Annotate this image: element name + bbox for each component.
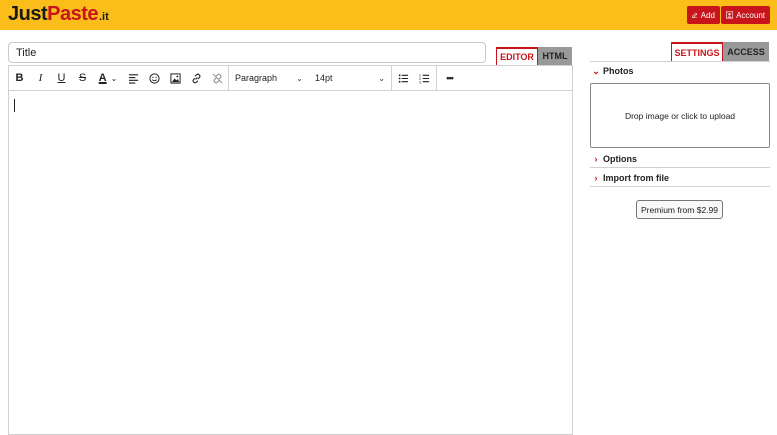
- numbered-list-icon: 123: [419, 73, 430, 84]
- font-color-button[interactable]: A ⌄: [93, 68, 123, 88]
- editor-area[interactable]: B I U S A ⌄ Paragraph ⌄ 14pt ⌄ 1 2 3 •••: [8, 65, 573, 435]
- align-left-icon: [128, 73, 139, 84]
- unlink-button[interactable]: [207, 68, 228, 88]
- block-format-value: Paragraph: [235, 73, 278, 83]
- bullet-list-button[interactable]: [393, 68, 414, 88]
- font-size-select[interactable]: 14pt ⌄: [309, 68, 391, 88]
- image-dropzone[interactable]: Drop image or click to upload: [590, 83, 770, 148]
- chevron-down-icon: ⌄: [110, 73, 118, 83]
- text-cursor: [14, 99, 15, 112]
- bold-button[interactable]: B: [9, 68, 30, 88]
- user-icon: [726, 11, 734, 19]
- options-section-header[interactable]: › Options: [590, 151, 770, 167]
- add-label: Add: [700, 10, 715, 20]
- font-size-value: 14pt: [315, 73, 333, 83]
- tab-editor[interactable]: EDITOR: [496, 47, 538, 65]
- italic-button[interactable]: I: [30, 68, 51, 88]
- image-button[interactable]: [165, 68, 186, 88]
- photos-label: Photos: [603, 66, 634, 76]
- svg-text:3: 3: [419, 80, 421, 84]
- logo-main-text: Just: [8, 3, 48, 25]
- sidebar-top-divider: [590, 61, 770, 62]
- toolbar-more-group: •••: [437, 66, 460, 91]
- edit-icon: [692, 12, 698, 18]
- header-bar: Just Paste .it Add Account: [0, 0, 777, 30]
- toolbar-list-group: 123: [392, 65, 437, 91]
- toolbar-format-group: B I U S A ⌄: [9, 65, 229, 91]
- chevron-down-icon: ⌄: [296, 73, 303, 83]
- image-icon: [170, 72, 181, 84]
- chevron-right-icon: ›: [594, 154, 598, 164]
- link-icon: [192, 73, 201, 83]
- options-divider: [590, 167, 770, 168]
- chevron-down-icon: ⌄: [378, 73, 385, 83]
- logo[interactable]: Just Paste .it: [8, 3, 109, 27]
- emoji-icon: [149, 72, 160, 84]
- tab-settings[interactable]: SETTINGS: [671, 42, 723, 61]
- add-button[interactable]: Add: [687, 6, 720, 24]
- tab-html[interactable]: HTML: [538, 47, 572, 65]
- toolbar-block-group: Paragraph ⌄ 14pt ⌄: [229, 65, 392, 91]
- font-color-icon: A: [98, 72, 107, 84]
- import-divider: [590, 186, 770, 187]
- strikethrough-button[interactable]: S: [72, 68, 93, 88]
- import-section-header[interactable]: › Import from file: [590, 170, 770, 186]
- unlink-icon: [212, 73, 223, 83]
- chevron-down-icon: ⌄: [592, 65, 600, 76]
- account-button[interactable]: Account: [721, 6, 770, 24]
- bullet-list-icon: [398, 73, 409, 83]
- import-label: Import from file: [603, 173, 670, 183]
- block-format-select[interactable]: Paragraph ⌄: [229, 68, 309, 88]
- link-button[interactable]: [186, 68, 207, 88]
- photos-section-header[interactable]: ⌄ Photos: [590, 63, 770, 79]
- premium-button[interactable]: Premium from $2.99: [636, 200, 723, 219]
- emoji-button[interactable]: [144, 68, 165, 88]
- align-button[interactable]: [123, 68, 144, 88]
- underline-button[interactable]: U: [51, 68, 72, 88]
- logo-tld-text: .it: [99, 11, 109, 23]
- logo-paste-text: Paste: [47, 3, 98, 25]
- options-label: Options: [603, 154, 637, 164]
- tab-access[interactable]: ACCESS: [723, 42, 769, 61]
- account-label: Account: [736, 10, 765, 20]
- chevron-right-icon: ›: [594, 173, 598, 183]
- more-button[interactable]: •••: [439, 68, 460, 88]
- title-input[interactable]: [8, 42, 486, 63]
- dropzone-text: Drop image or click to upload: [624, 110, 736, 121]
- numbered-list-button[interactable]: 123: [414, 68, 435, 88]
- editor-toolbar: B I U S A ⌄ Paragraph ⌄ 14pt ⌄ 1 2 3 •••: [9, 65, 572, 91]
